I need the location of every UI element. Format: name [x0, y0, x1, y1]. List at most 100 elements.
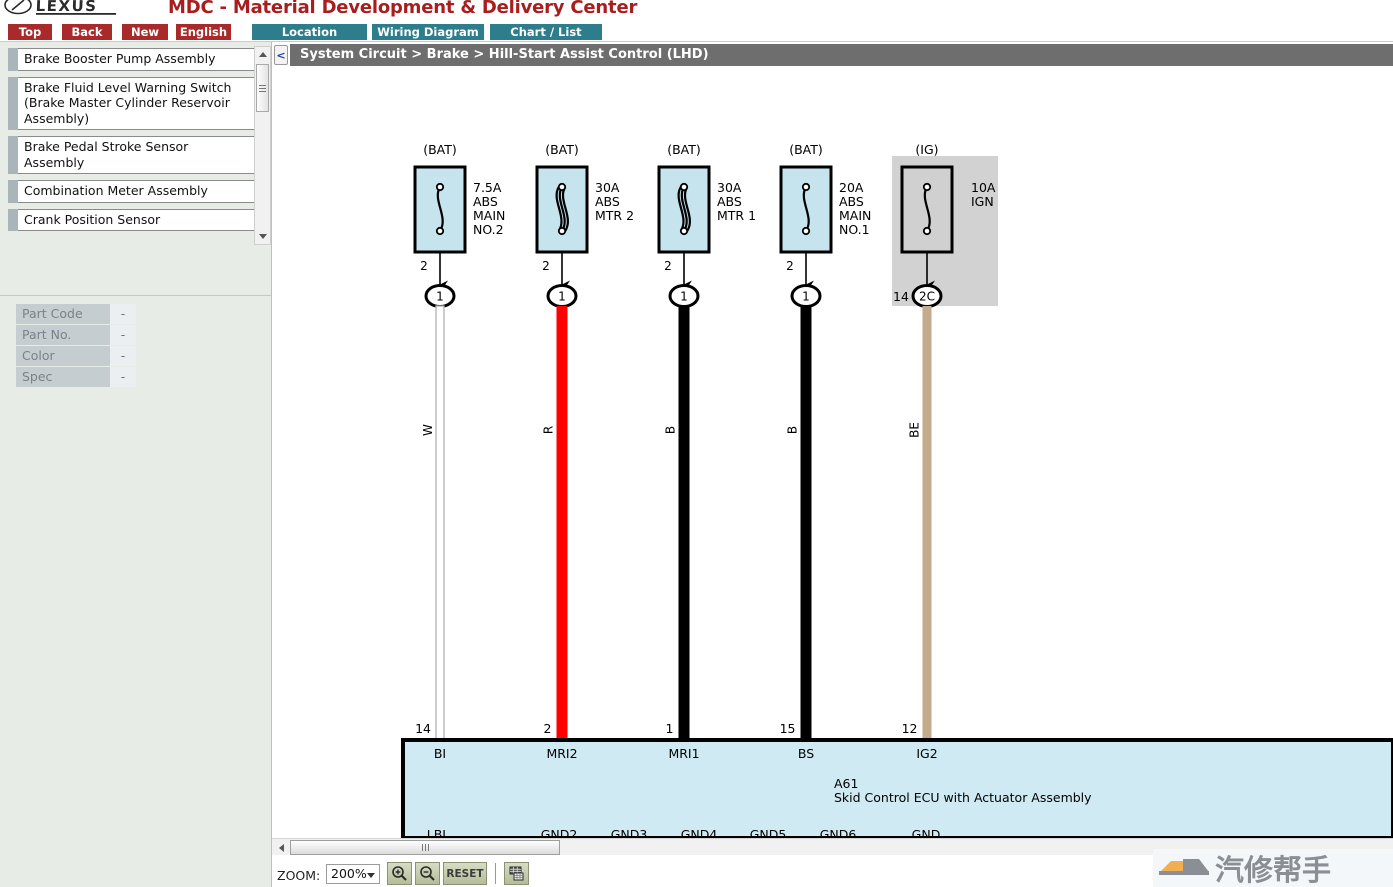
- sidebar-vertical-scrollbar[interactable]: [254, 46, 271, 245]
- fuse-rating-text: ABS: [473, 194, 498, 209]
- new-button[interactable]: New: [122, 24, 168, 40]
- scroll-down-arrow-icon[interactable]: [255, 229, 270, 244]
- list-item-marker: [8, 48, 18, 71]
- fuse-rating-text: MAIN: [839, 208, 871, 223]
- list-item[interactable]: Brake Pedal Stroke Sensor Assembly: [8, 136, 256, 174]
- fuse-rating-text: MTR 2: [595, 208, 634, 223]
- scrollbar-thumb[interactable]: [256, 64, 269, 112]
- page-title: MDC - Material Development & Delivery Ce…: [168, 0, 638, 18]
- zoom-level-select[interactable]: 200%: [326, 864, 380, 884]
- reset-zoom-button[interactable]: RESET: [443, 862, 487, 885]
- top-bar: LEXUS MDC - Material Development & Deliv…: [0, 0, 1393, 20]
- fuse-rating-text: 7.5A: [473, 180, 502, 195]
- wire: [922, 306, 932, 740]
- scrollbar-thumb[interactable]: [290, 840, 560, 855]
- fuse-terminal-top: [679, 182, 689, 192]
- fuse-terminal-bottom: [435, 226, 445, 236]
- breadcrumb: System Circuit > Brake > Hill-Start Assi…: [290, 44, 1393, 66]
- fuse-group-1: (BAT) 7.5AABSMAINNO.2 2 1 W 14: [413, 142, 505, 741]
- ecu-signal-label: MRI2: [546, 746, 577, 761]
- wire: [556, 306, 568, 740]
- fuse-pin-number: 2: [786, 259, 794, 273]
- watermark-text: 汽修帮手: [1215, 853, 1331, 887]
- list-item-label: Brake Fluid Level Warning Switch (Brake …: [18, 76, 256, 130]
- zoom-out-button[interactable]: [415, 862, 440, 885]
- fuse-source-label: (BAT): [423, 142, 457, 157]
- fuse-rating-text: 20A: [839, 180, 864, 195]
- fuse-rating-text: NO.2: [473, 222, 504, 237]
- fuse-rating-text: NO.1: [839, 222, 870, 237]
- list-item[interactable]: Combination Meter Assembly: [8, 180, 256, 203]
- location-tab[interactable]: Location: [252, 24, 367, 40]
- zoom-in-button[interactable]: [387, 862, 412, 885]
- info-value: -: [110, 367, 136, 387]
- wire-color-label: B: [664, 426, 678, 434]
- chart-list-tab[interactable]: Chart / List: [490, 24, 602, 40]
- fuse-terminal-top: [435, 182, 445, 192]
- fit-to-window-button[interactable]: [504, 862, 529, 885]
- table-row: Color -: [16, 346, 136, 366]
- info-value: -: [110, 346, 136, 366]
- fuse-pin-number: 2: [542, 259, 550, 273]
- fuse-pin-number: 2: [420, 259, 428, 273]
- list-item-label: Combination Meter Assembly: [18, 180, 256, 203]
- application-window: LEXUS MDC - Material Development & Deliv…: [0, 0, 1393, 887]
- list-item-marker: [8, 208, 18, 231]
- english-button[interactable]: English: [176, 24, 231, 40]
- connector-number: 1: [436, 290, 444, 304]
- wire-color-label: BE: [908, 422, 922, 438]
- scroll-left-arrow-icon[interactable]: [274, 840, 289, 855]
- fuse-group-3: (BAT) 30AABSMTR 1 2 1 B 1: [657, 142, 756, 740]
- fuse-rating-text: IGN: [971, 194, 994, 209]
- sidebar-collapse-button[interactable]: <: [274, 45, 288, 65]
- fuse-rating-text: 30A: [717, 180, 742, 195]
- scroll-up-arrow-icon[interactable]: [255, 47, 270, 62]
- svg-text:LEXUS: LEXUS: [35, 0, 97, 15]
- sidebar-divider: [0, 295, 271, 296]
- list-item[interactable]: Brake Fluid Level Warning Switch (Brake …: [8, 76, 256, 130]
- ecu-signal-label: MRI1: [668, 746, 699, 761]
- fuse-rating-text: 10A: [971, 180, 996, 195]
- ecu-signal-label: BS: [798, 746, 814, 761]
- connector-number: 2C: [919, 290, 935, 304]
- fuse-source-label: (BAT): [667, 142, 701, 157]
- fuse-terminal-bottom: [557, 226, 567, 236]
- info-value: -: [110, 325, 136, 345]
- wire: [800, 306, 812, 740]
- fuse-terminal-bottom: [679, 226, 689, 236]
- fuse-terminal-top: [557, 182, 567, 192]
- fuse-rating-text: MTR 1: [717, 208, 756, 223]
- fuse-terminal-bottom: [801, 226, 811, 236]
- fuse-rating-text: MAIN: [473, 208, 505, 223]
- ecu-pin-number: 15: [780, 721, 796, 736]
- parts-list: Brake Booster Pump Assembly Brake Fluid …: [8, 48, 256, 244]
- connector-number: 1: [680, 290, 688, 304]
- wire-color-label: B: [786, 426, 800, 434]
- list-item[interactable]: Brake Booster Pump Assembly: [8, 48, 256, 71]
- wire: [678, 306, 690, 740]
- fuse-rating-text: ABS: [595, 194, 620, 209]
- table-row: Part Code -: [16, 304, 136, 324]
- back-button[interactable]: Back: [62, 24, 112, 40]
- zoom-label: ZOOM:: [277, 868, 321, 883]
- toolbar-divider: [495, 863, 496, 884]
- table-row: Part No. -: [16, 325, 136, 345]
- info-value: -: [110, 304, 136, 324]
- list-item-label: Brake Booster Pump Assembly: [18, 48, 256, 71]
- list-item-marker: [8, 136, 18, 174]
- fuse-terminal-bottom: [922, 226, 932, 236]
- ecu-pin-number: 2: [544, 721, 552, 736]
- fuse-source-label: (IG): [915, 142, 938, 157]
- ecu-pin-number: 14: [415, 721, 431, 736]
- magnifier-minus-icon: [420, 866, 435, 881]
- top-button[interactable]: Top: [8, 24, 52, 40]
- list-item-marker: [8, 76, 18, 130]
- fuse-group-5: (IG) 10AIGN 2C 14 BE 12: [892, 142, 998, 740]
- list-item[interactable]: Crank Position Sensor: [8, 208, 256, 231]
- nav-button-row: Top Back New English Location Wiring Dia…: [0, 24, 1393, 40]
- wiring-diagram-canvas[interactable]: (BAT) 7.5A ABS MAIN NO.2 2 1 W 14 (BAT) 30A ABS MTR …: [272, 67, 1393, 838]
- wire-color-label: R: [542, 426, 556, 434]
- wiring-diagram-tab[interactable]: Wiring Diagram: [372, 24, 484, 40]
- list-item-marker: [8, 180, 18, 203]
- table-row: Spec -: [16, 367, 136, 387]
